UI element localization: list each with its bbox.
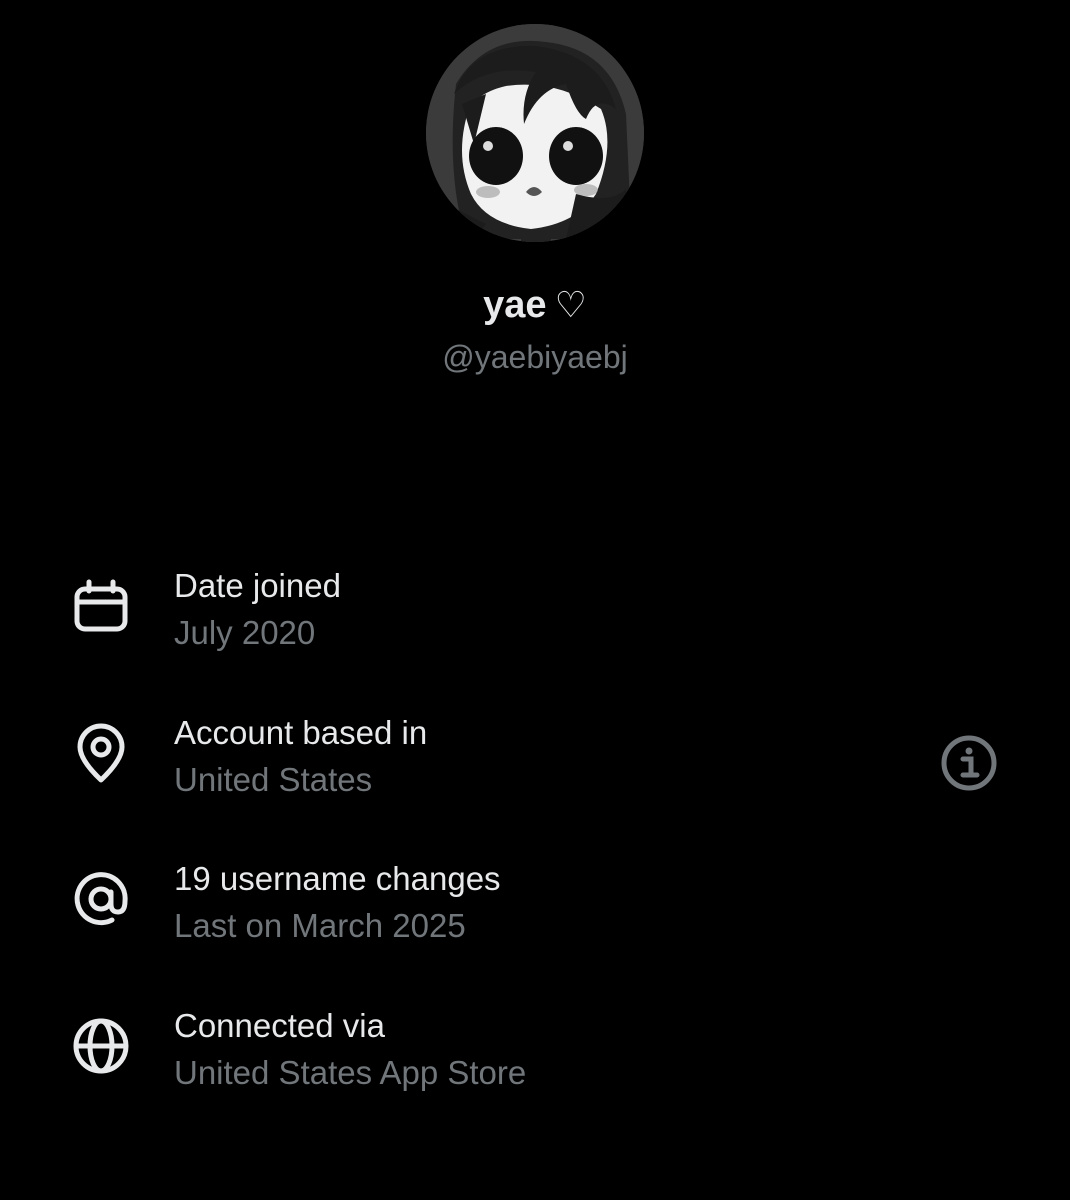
row-subtitle: July 2020 bbox=[174, 614, 316, 651]
avatar[interactable] bbox=[426, 24, 644, 242]
row-title: Connected via bbox=[174, 1007, 385, 1044]
row-subtitle: United States bbox=[174, 761, 373, 798]
info-row-date-joined: Date joined July 2020 bbox=[0, 563, 1070, 673]
globe-icon bbox=[73, 1018, 129, 1074]
info-row-account-based-in: Account based in United States bbox=[0, 710, 1070, 820]
row-title: Account based in bbox=[174, 714, 428, 751]
username-handle: @yaebiyaebj bbox=[442, 339, 628, 375]
info-icon[interactable] bbox=[938, 732, 1000, 794]
avatar-illustration bbox=[426, 24, 644, 242]
row-subtitle: Last on March 2025 bbox=[174, 907, 466, 944]
display-name-text: yae bbox=[483, 284, 547, 326]
calendar-icon bbox=[74, 579, 128, 632]
location-pin-icon bbox=[77, 723, 125, 783]
heart-symbol: ♡ bbox=[554, 285, 587, 326]
row-subtitle: United States App Store bbox=[174, 1054, 527, 1091]
row-title: 19 username changes bbox=[174, 860, 501, 897]
display-name: yae ♡ bbox=[0, 280, 1070, 331]
info-row-connected-via: Connected via United States App Store bbox=[0, 1003, 1070, 1113]
at-sign-icon bbox=[74, 872, 128, 926]
row-title: Date joined bbox=[174, 567, 341, 604]
info-row-username-changes: 19 username changes Last on March 2025 bbox=[0, 856, 1070, 966]
